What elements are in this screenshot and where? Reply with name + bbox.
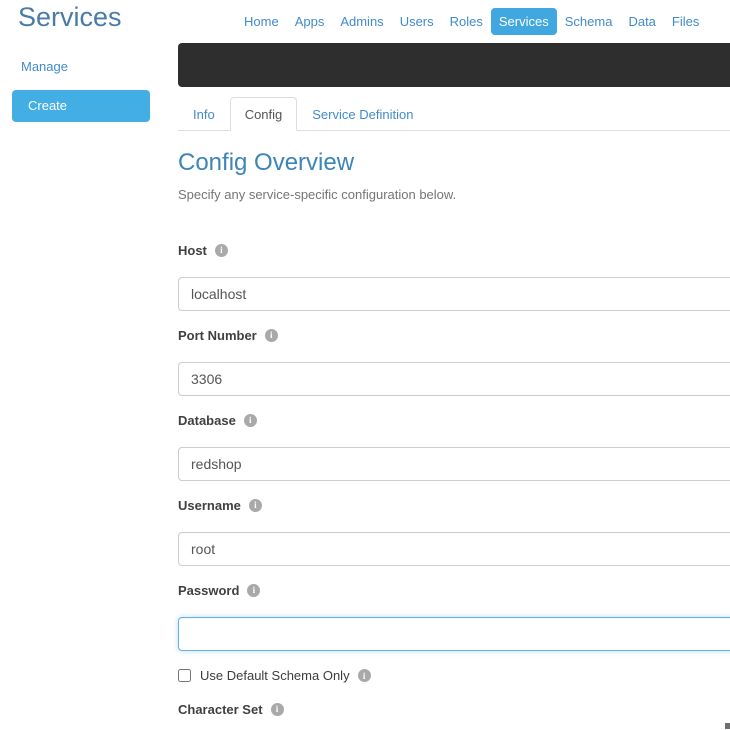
info-icon[interactable]: i [265, 329, 278, 342]
host-input[interactable] [178, 277, 730, 311]
username-label: Username i [178, 498, 730, 513]
password-input[interactable] [178, 617, 730, 651]
info-icon[interactable]: i [244, 414, 257, 427]
config-form: Host i Port Number i Database i Username… [178, 243, 730, 730]
info-icon[interactable]: i [215, 244, 228, 257]
username-input[interactable] [178, 532, 730, 566]
username-label-text: Username [178, 498, 241, 513]
character-set-label-text: Character Set [178, 702, 263, 717]
service-tabs: Info Config Service Definition [178, 97, 730, 131]
top-navigation: Home Apps Admins Users Roles Services Sc… [236, 8, 707, 35]
info-icon[interactable]: i [249, 499, 262, 512]
nav-item-data[interactable]: Data [620, 8, 663, 35]
tab-config[interactable]: Config [230, 97, 298, 131]
info-icon[interactable]: i [358, 669, 371, 682]
app-window: Services Manage Create Home Apps Admins … [0, 0, 730, 730]
nav-item-schema[interactable]: Schema [557, 8, 621, 35]
nav-item-apps[interactable]: Apps [287, 8, 333, 35]
nav-item-users[interactable]: Users [392, 8, 442, 35]
nav-item-files[interactable]: Files [664, 8, 707, 35]
info-icon[interactable]: i [247, 584, 260, 597]
use-default-schema-row: Use Default Schema Only i [178, 668, 730, 683]
scrollbar-corner-artifact [725, 723, 730, 729]
database-input[interactable] [178, 447, 730, 481]
tab-info[interactable]: Info [178, 97, 230, 131]
port-number-label-text: Port Number [178, 328, 257, 343]
nav-item-admins[interactable]: Admins [332, 8, 391, 35]
password-label: Password i [178, 583, 730, 598]
password-label-text: Password [178, 583, 239, 598]
port-number-label: Port Number i [178, 328, 730, 343]
host-label: Host i [178, 243, 730, 258]
database-label-text: Database [178, 413, 236, 428]
page-title: Services [18, 2, 122, 33]
nav-item-home[interactable]: Home [236, 8, 287, 35]
use-default-schema-label: Use Default Schema Only [200, 668, 350, 683]
config-overview-subheading: Specify any service-specific configurati… [178, 187, 456, 202]
config-overview-heading: Config Overview [178, 149, 354, 177]
dark-header-bar [178, 43, 730, 87]
port-number-input[interactable] [178, 362, 730, 396]
host-label-text: Host [178, 243, 207, 258]
database-label: Database i [178, 413, 730, 428]
sidebar-item-manage[interactable]: Manage [21, 59, 68, 74]
nav-item-roles[interactable]: Roles [442, 8, 491, 35]
nav-item-services[interactable]: Services [491, 8, 557, 35]
sidebar-item-create[interactable]: Create [12, 90, 150, 122]
use-default-schema-checkbox[interactable] [178, 669, 191, 682]
tab-service-definition[interactable]: Service Definition [297, 97, 428, 131]
character-set-label: Character Set i [178, 702, 730, 717]
info-icon[interactable]: i [271, 703, 284, 716]
